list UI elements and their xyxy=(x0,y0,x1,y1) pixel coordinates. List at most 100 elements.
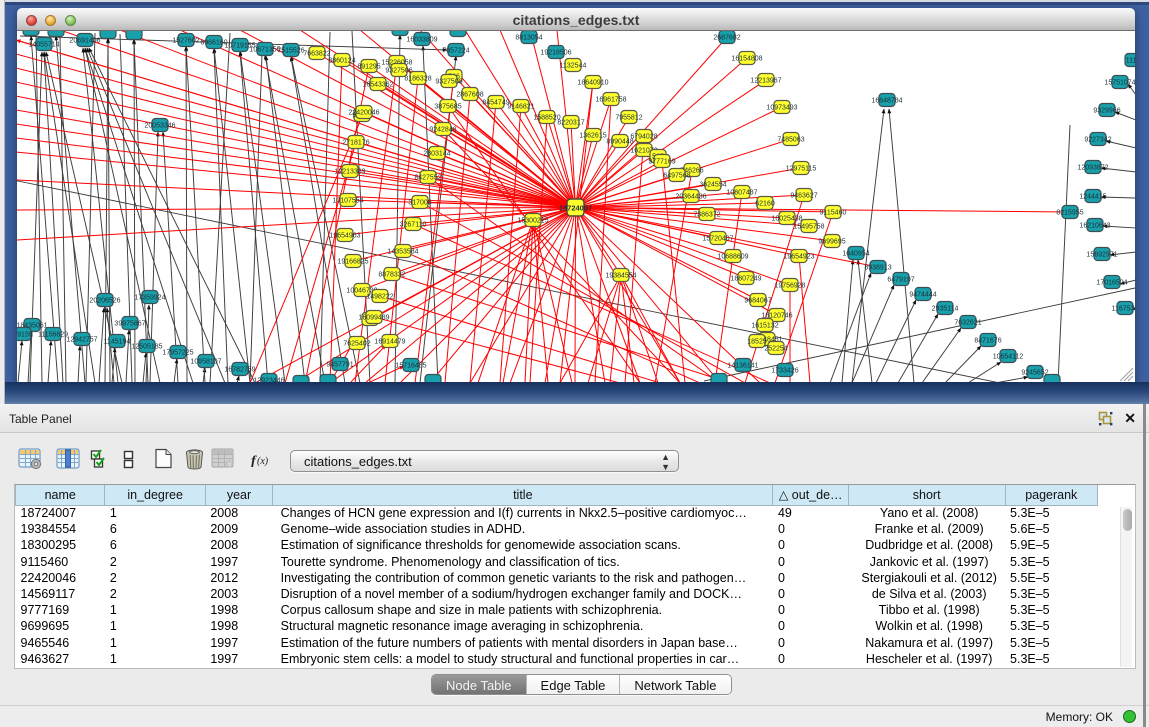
svg-text:14353584: 14353584 xyxy=(387,249,418,256)
svg-text:8427552: 8427552 xyxy=(414,175,441,182)
svg-text:2687682: 2687682 xyxy=(713,35,740,42)
svg-text:16782759: 16782759 xyxy=(224,367,255,374)
svg-text:8938913: 8938913 xyxy=(864,265,891,272)
svg-text:9115460: 9115460 xyxy=(820,210,847,217)
svg-text:6479197: 6479197 xyxy=(887,277,914,284)
svg-text:7515526: 7515526 xyxy=(277,48,304,55)
svg-text:7386372: 7386372 xyxy=(693,212,720,219)
svg-text:252254: 252254 xyxy=(764,346,787,353)
svg-text:14055714: 14055714 xyxy=(28,42,59,49)
svg-text:10807487: 10807487 xyxy=(726,190,757,197)
svg-text:17016504: 17016504 xyxy=(1096,280,1127,287)
svg-text:1498222: 1498222 xyxy=(366,294,393,301)
svg-text:18640910: 18640910 xyxy=(577,80,608,87)
svg-text:1527602: 1527602 xyxy=(172,38,199,45)
svg-text:1733426: 1733426 xyxy=(771,368,798,375)
svg-text:7955812: 7955812 xyxy=(615,115,642,122)
svg-text:1615132: 1615132 xyxy=(751,323,778,330)
svg-text:9242848: 9242848 xyxy=(429,127,456,134)
svg-text:16154808: 16154808 xyxy=(731,56,762,63)
svg-text:18807249: 18807249 xyxy=(730,276,761,283)
svg-text:8860124: 8860124 xyxy=(328,58,355,65)
svg-text:8471676: 8471676 xyxy=(974,338,1001,345)
svg-text:12213369: 12213369 xyxy=(334,169,365,176)
svg-text:18724007: 18724007 xyxy=(559,204,592,213)
svg-text:7625402: 7625402 xyxy=(343,341,370,348)
svg-text:9329966: 9329966 xyxy=(1093,108,1120,115)
svg-text:12975115: 12975115 xyxy=(786,166,817,173)
svg-text:1244415: 1244415 xyxy=(1079,194,1106,201)
svg-text:19654963: 19654963 xyxy=(329,233,360,240)
svg-text:7632621: 7632621 xyxy=(954,320,981,327)
svg-text:9699695: 9699695 xyxy=(818,239,845,246)
svg-text:18525: 18525 xyxy=(747,339,767,346)
svg-text:16914479: 16914479 xyxy=(374,339,405,346)
svg-text:9777169: 9777169 xyxy=(648,159,675,166)
svg-text:39159: 39159 xyxy=(17,332,33,339)
svg-text:22420046: 22420046 xyxy=(348,110,379,117)
svg-text:8215955: 8215955 xyxy=(1056,210,1083,217)
svg-text:9463627: 9463627 xyxy=(790,193,817,200)
svg-text:16543362: 16543362 xyxy=(362,82,393,89)
svg-text:2718176: 2718176 xyxy=(342,140,369,147)
svg-text:10958107: 10958107 xyxy=(190,359,221,366)
svg-text:9146821: 9146821 xyxy=(507,104,534,111)
svg-text:62160: 62160 xyxy=(755,201,775,208)
svg-text:6794028: 6794028 xyxy=(630,134,657,141)
svg-text:15300215: 15300215 xyxy=(517,218,548,225)
svg-text:10688609: 10688609 xyxy=(717,254,748,261)
svg-text:16210643: 16210643 xyxy=(1079,223,1110,230)
svg-text:9684067: 9684067 xyxy=(744,298,771,305)
svg-text:9457791: 9457791 xyxy=(326,362,353,369)
svg-text:10973493: 10973493 xyxy=(766,105,797,112)
svg-text:9474444: 9474444 xyxy=(909,292,936,299)
svg-text:12505185: 12505185 xyxy=(131,344,162,351)
svg-text:3267110: 3267110 xyxy=(400,222,427,229)
svg-text:16648784: 16648784 xyxy=(871,98,902,105)
svg-text:891295: 891295 xyxy=(357,64,380,71)
svg-text:16961758: 16961758 xyxy=(595,97,626,104)
svg-text:20206526: 20206526 xyxy=(89,298,120,305)
svg-text:7485063: 7485063 xyxy=(777,137,804,144)
svg-text:15495758: 15495758 xyxy=(793,224,824,231)
svg-text:1362615: 1362615 xyxy=(579,133,606,140)
svg-text:9227342: 9227342 xyxy=(1084,137,1111,144)
svg-text:9327508: 9327508 xyxy=(435,79,462,86)
svg-text:10107554: 10107554 xyxy=(332,198,363,205)
svg-text:10654112: 10654112 xyxy=(993,354,1024,361)
svg-text:15716485: 15716485 xyxy=(395,363,426,370)
svg-text:8813054: 8813054 xyxy=(515,35,542,42)
svg-text:16099489: 16099489 xyxy=(358,315,389,322)
svg-text:15692971: 15692971 xyxy=(1086,252,1117,259)
svg-text:19218506: 19218506 xyxy=(540,50,571,57)
svg-text:8454749: 8454749 xyxy=(482,100,509,107)
svg-text:8186328: 8186328 xyxy=(404,76,431,83)
svg-text:8878332: 8878332 xyxy=(378,272,405,279)
svg-text:15751074: 15751074 xyxy=(1104,80,1135,87)
svg-text:19654923: 19654923 xyxy=(783,254,814,261)
svg-text:2867608: 2867608 xyxy=(456,92,483,99)
svg-text:15720407: 15720407 xyxy=(702,236,733,243)
svg-text:20053346: 20053346 xyxy=(144,123,175,130)
svg-text:3624554: 3624554 xyxy=(699,182,726,189)
svg-text:39975867: 39975867 xyxy=(114,321,145,328)
svg-text:17359924: 17359924 xyxy=(134,295,165,302)
svg-text:7857224: 7857224 xyxy=(442,48,469,55)
svg-text:20364436: 20364436 xyxy=(675,194,706,201)
svg-text:2935114: 2935114 xyxy=(932,306,959,313)
svg-text:17957225: 17957225 xyxy=(162,350,193,357)
svg-text:8220317: 8220317 xyxy=(557,120,584,127)
svg-text:9327506: 9327506 xyxy=(385,68,412,75)
svg-text:1640954: 1640954 xyxy=(842,251,869,258)
svg-text:7663822: 7663822 xyxy=(303,51,330,58)
svg-text:11156829: 11156829 xyxy=(38,332,68,339)
svg-text:10671355: 10671355 xyxy=(249,47,280,54)
svg-text:317006: 317006 xyxy=(408,200,431,207)
svg-text:12942757: 12942757 xyxy=(66,337,97,344)
svg-text:12093872: 12093872 xyxy=(1077,165,1108,172)
svg-text:14136141: 14136141 xyxy=(727,363,758,370)
svg-text:19384554: 19384554 xyxy=(605,273,636,280)
svg-text:1112: 1112 xyxy=(1126,58,1135,65)
svg-text:19166825: 19166825 xyxy=(337,259,368,266)
svg-text:6497568: 6497568 xyxy=(663,173,690,180)
